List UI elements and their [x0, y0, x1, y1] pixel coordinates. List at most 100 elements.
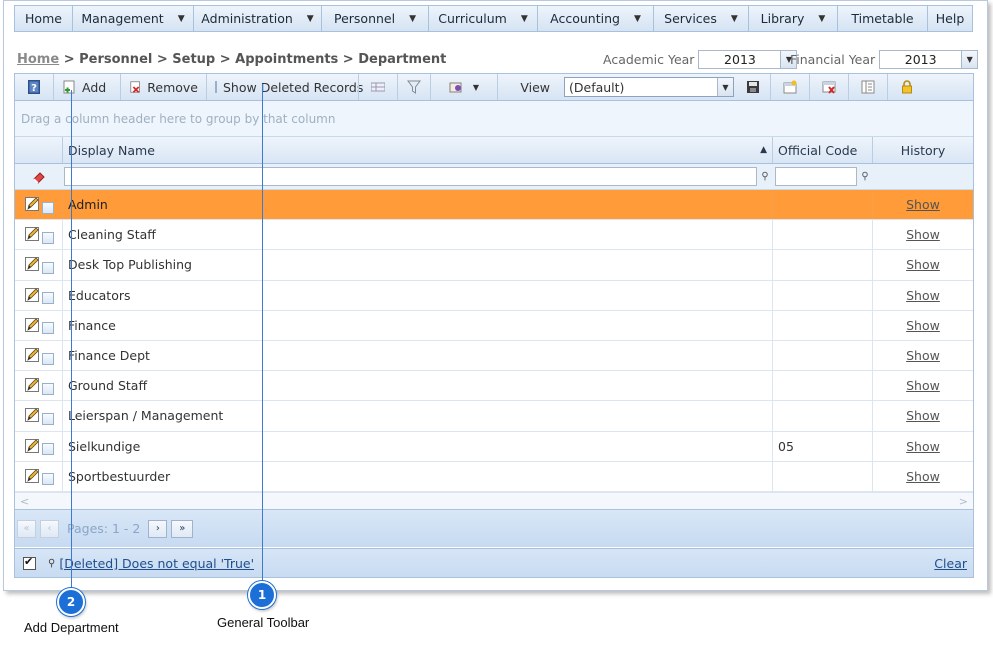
- history-show-link[interactable]: Show: [906, 227, 940, 242]
- table-row[interactable]: Cleaning Staff Show: [15, 220, 973, 251]
- display-name-cell: Sportbestuurder: [63, 461, 773, 491]
- filter-pin-icon[interactable]: ⚲: [857, 171, 873, 182]
- menu-management[interactable]: Management ▼: [73, 6, 194, 31]
- official-code-filter-input[interactable]: [775, 167, 857, 186]
- scroll-left-icon[interactable]: <: [20, 495, 29, 508]
- table-row[interactable]: Sportbestuurder Show: [15, 461, 973, 492]
- show-deleted-checkbox[interactable]: [215, 81, 217, 93]
- save-view-button[interactable]: [736, 74, 770, 100]
- financial-year-select[interactable]: 2013 ▼: [879, 49, 979, 69]
- row-checkbox[interactable]: [42, 231, 54, 244]
- row-checkbox[interactable]: [42, 322, 54, 335]
- menu-curriculum[interactable]: Curriculum ▼: [429, 6, 538, 31]
- delete-view-button[interactable]: [810, 74, 848, 100]
- row-checkbox[interactable]: [42, 352, 54, 365]
- edit-pencil-icon[interactable]: [25, 468, 40, 484]
- display-name-cell: Cleaning Staff: [63, 220, 773, 250]
- row-checkbox[interactable]: [42, 443, 54, 456]
- remove-button[interactable]: Remove: [121, 74, 206, 100]
- history-cell: Show: [873, 432, 973, 461]
- row-checkbox[interactable]: [42, 473, 54, 486]
- row-checkbox[interactable]: [42, 292, 54, 305]
- history-show-link[interactable]: Show: [906, 439, 940, 454]
- menu-help[interactable]: Help: [928, 6, 972, 31]
- help-button[interactable]: ?: [15, 74, 53, 100]
- row-checkbox[interactable]: [42, 412, 54, 425]
- history-show-link[interactable]: Show: [906, 318, 940, 333]
- filter-button[interactable]: [398, 74, 430, 100]
- menu-administration[interactable]: Administration ▼: [194, 6, 322, 31]
- group-by-area[interactable]: Drag a column header here to group by th…: [15, 101, 973, 137]
- export-menu-button[interactable]: ▼: [431, 74, 497, 100]
- scroll-right-icon[interactable]: >: [959, 495, 968, 508]
- menu-services[interactable]: Services ▼: [654, 6, 749, 31]
- chevron-down-icon: ▼: [177, 13, 185, 24]
- table-row[interactable]: Finance Show: [15, 310, 973, 341]
- edit-pencil-icon[interactable]: [25, 348, 40, 363]
- new-view-button[interactable]: [771, 74, 809, 100]
- table-row[interactable]: Ground Staff Show: [15, 371, 973, 402]
- filter-enabled-checkbox[interactable]: [23, 555, 36, 570]
- header-display-name[interactable]: Display Name ▲: [63, 137, 773, 163]
- history-show-link[interactable]: Show: [906, 378, 940, 393]
- remove-page-icon: [130, 81, 140, 93]
- layout-button[interactable]: [849, 74, 887, 100]
- edit-pencil-icon[interactable]: [25, 317, 40, 333]
- callout-label-1: General Toolbar: [217, 615, 310, 630]
- clear-filter-button[interactable]: [15, 170, 63, 184]
- history-show-link[interactable]: Show: [906, 197, 940, 212]
- show-deleted-toggle[interactable]: Show Deleted Records: [207, 74, 363, 100]
- row-checkbox[interactable]: [42, 201, 54, 214]
- history-show-link[interactable]: Show: [906, 257, 940, 272]
- table-row[interactable]: Leierspan / Management Show: [15, 401, 973, 432]
- financial-year-value: 2013: [904, 51, 937, 67]
- lock-button[interactable]: [888, 74, 926, 100]
- academic-year-label: Academic Year: [603, 51, 695, 67]
- next-page-button[interactable]: ›: [148, 519, 168, 538]
- main-menu-bar: Home Management ▼ Administration ▼ Personn…: [14, 5, 973, 32]
- chevron-down-icon[interactable]: ▼: [717, 78, 733, 96]
- filter-pin-icon[interactable]: ⚲: [757, 171, 773, 182]
- svg-text:?: ?: [31, 83, 37, 94]
- filter-status-bar: ⚲ [Deleted] Does not equal 'True' Clear: [15, 548, 973, 577]
- view-select[interactable]: (Default) ▼: [564, 77, 734, 97]
- chevron-down-icon[interactable]: ▼: [961, 50, 978, 68]
- table-row[interactable]: Desk Top Publishing Show: [15, 250, 973, 281]
- edit-pencil-icon[interactable]: [25, 287, 40, 303]
- grid-rows: Admin Show Cleaning Staff Show Desk Top Publ…: [15, 190, 973, 492]
- edit-pencil-icon[interactable]: [25, 197, 40, 212]
- filter-expression-link[interactable]: [Deleted] Does not equal 'True': [59, 556, 254, 571]
- clear-filter-link[interactable]: Clear: [934, 556, 967, 571]
- edit-pencil-icon[interactable]: [25, 438, 40, 454]
- history-show-link[interactable]: Show: [906, 408, 940, 423]
- menu-home[interactable]: Home: [15, 6, 73, 31]
- row-checkbox[interactable]: [42, 382, 54, 395]
- header-official-code[interactable]: Official Code: [773, 137, 873, 163]
- edit-pencil-icon[interactable]: [25, 408, 40, 423]
- academic-year-select[interactable]: 2013 ▼: [698, 49, 798, 69]
- menu-timetable[interactable]: Timetable: [838, 6, 928, 31]
- header-history[interactable]: History: [873, 137, 973, 163]
- add-button[interactable]: Add: [54, 74, 120, 100]
- history-show-link[interactable]: Show: [906, 288, 940, 303]
- last-page-button[interactable]: »: [171, 519, 194, 538]
- menu-personnel[interactable]: Personnel ▼: [322, 6, 429, 31]
- row-checkbox[interactable]: [42, 261, 54, 274]
- first-page-button[interactable]: «: [17, 519, 36, 538]
- display-name-filter-input[interactable]: [64, 167, 757, 186]
- table-row[interactable]: Admin Show: [15, 190, 973, 221]
- menu-accounting[interactable]: Accounting ▼: [538, 6, 654, 31]
- prev-page-button[interactable]: ‹: [40, 519, 59, 538]
- table-row[interactable]: Educators Show: [15, 280, 973, 311]
- breadcrumb-home-link[interactable]: Home: [17, 52, 59, 67]
- edit-pencil-icon[interactable]: [25, 257, 40, 272]
- table-row[interactable]: Sielkundige 05 Show: [15, 431, 973, 462]
- menu-library[interactable]: Library ▼: [749, 6, 838, 31]
- table-row[interactable]: Finance Dept Show: [15, 340, 973, 372]
- edit-pencil-icon[interactable]: [25, 378, 40, 393]
- history-show-link[interactable]: Show: [906, 469, 940, 484]
- history-show-link[interactable]: Show: [906, 348, 940, 363]
- edit-pencil-icon[interactable]: [25, 227, 40, 242]
- horizontal-scrollbar[interactable]: < >: [15, 492, 973, 509]
- column-chooser-button[interactable]: [359, 74, 397, 100]
